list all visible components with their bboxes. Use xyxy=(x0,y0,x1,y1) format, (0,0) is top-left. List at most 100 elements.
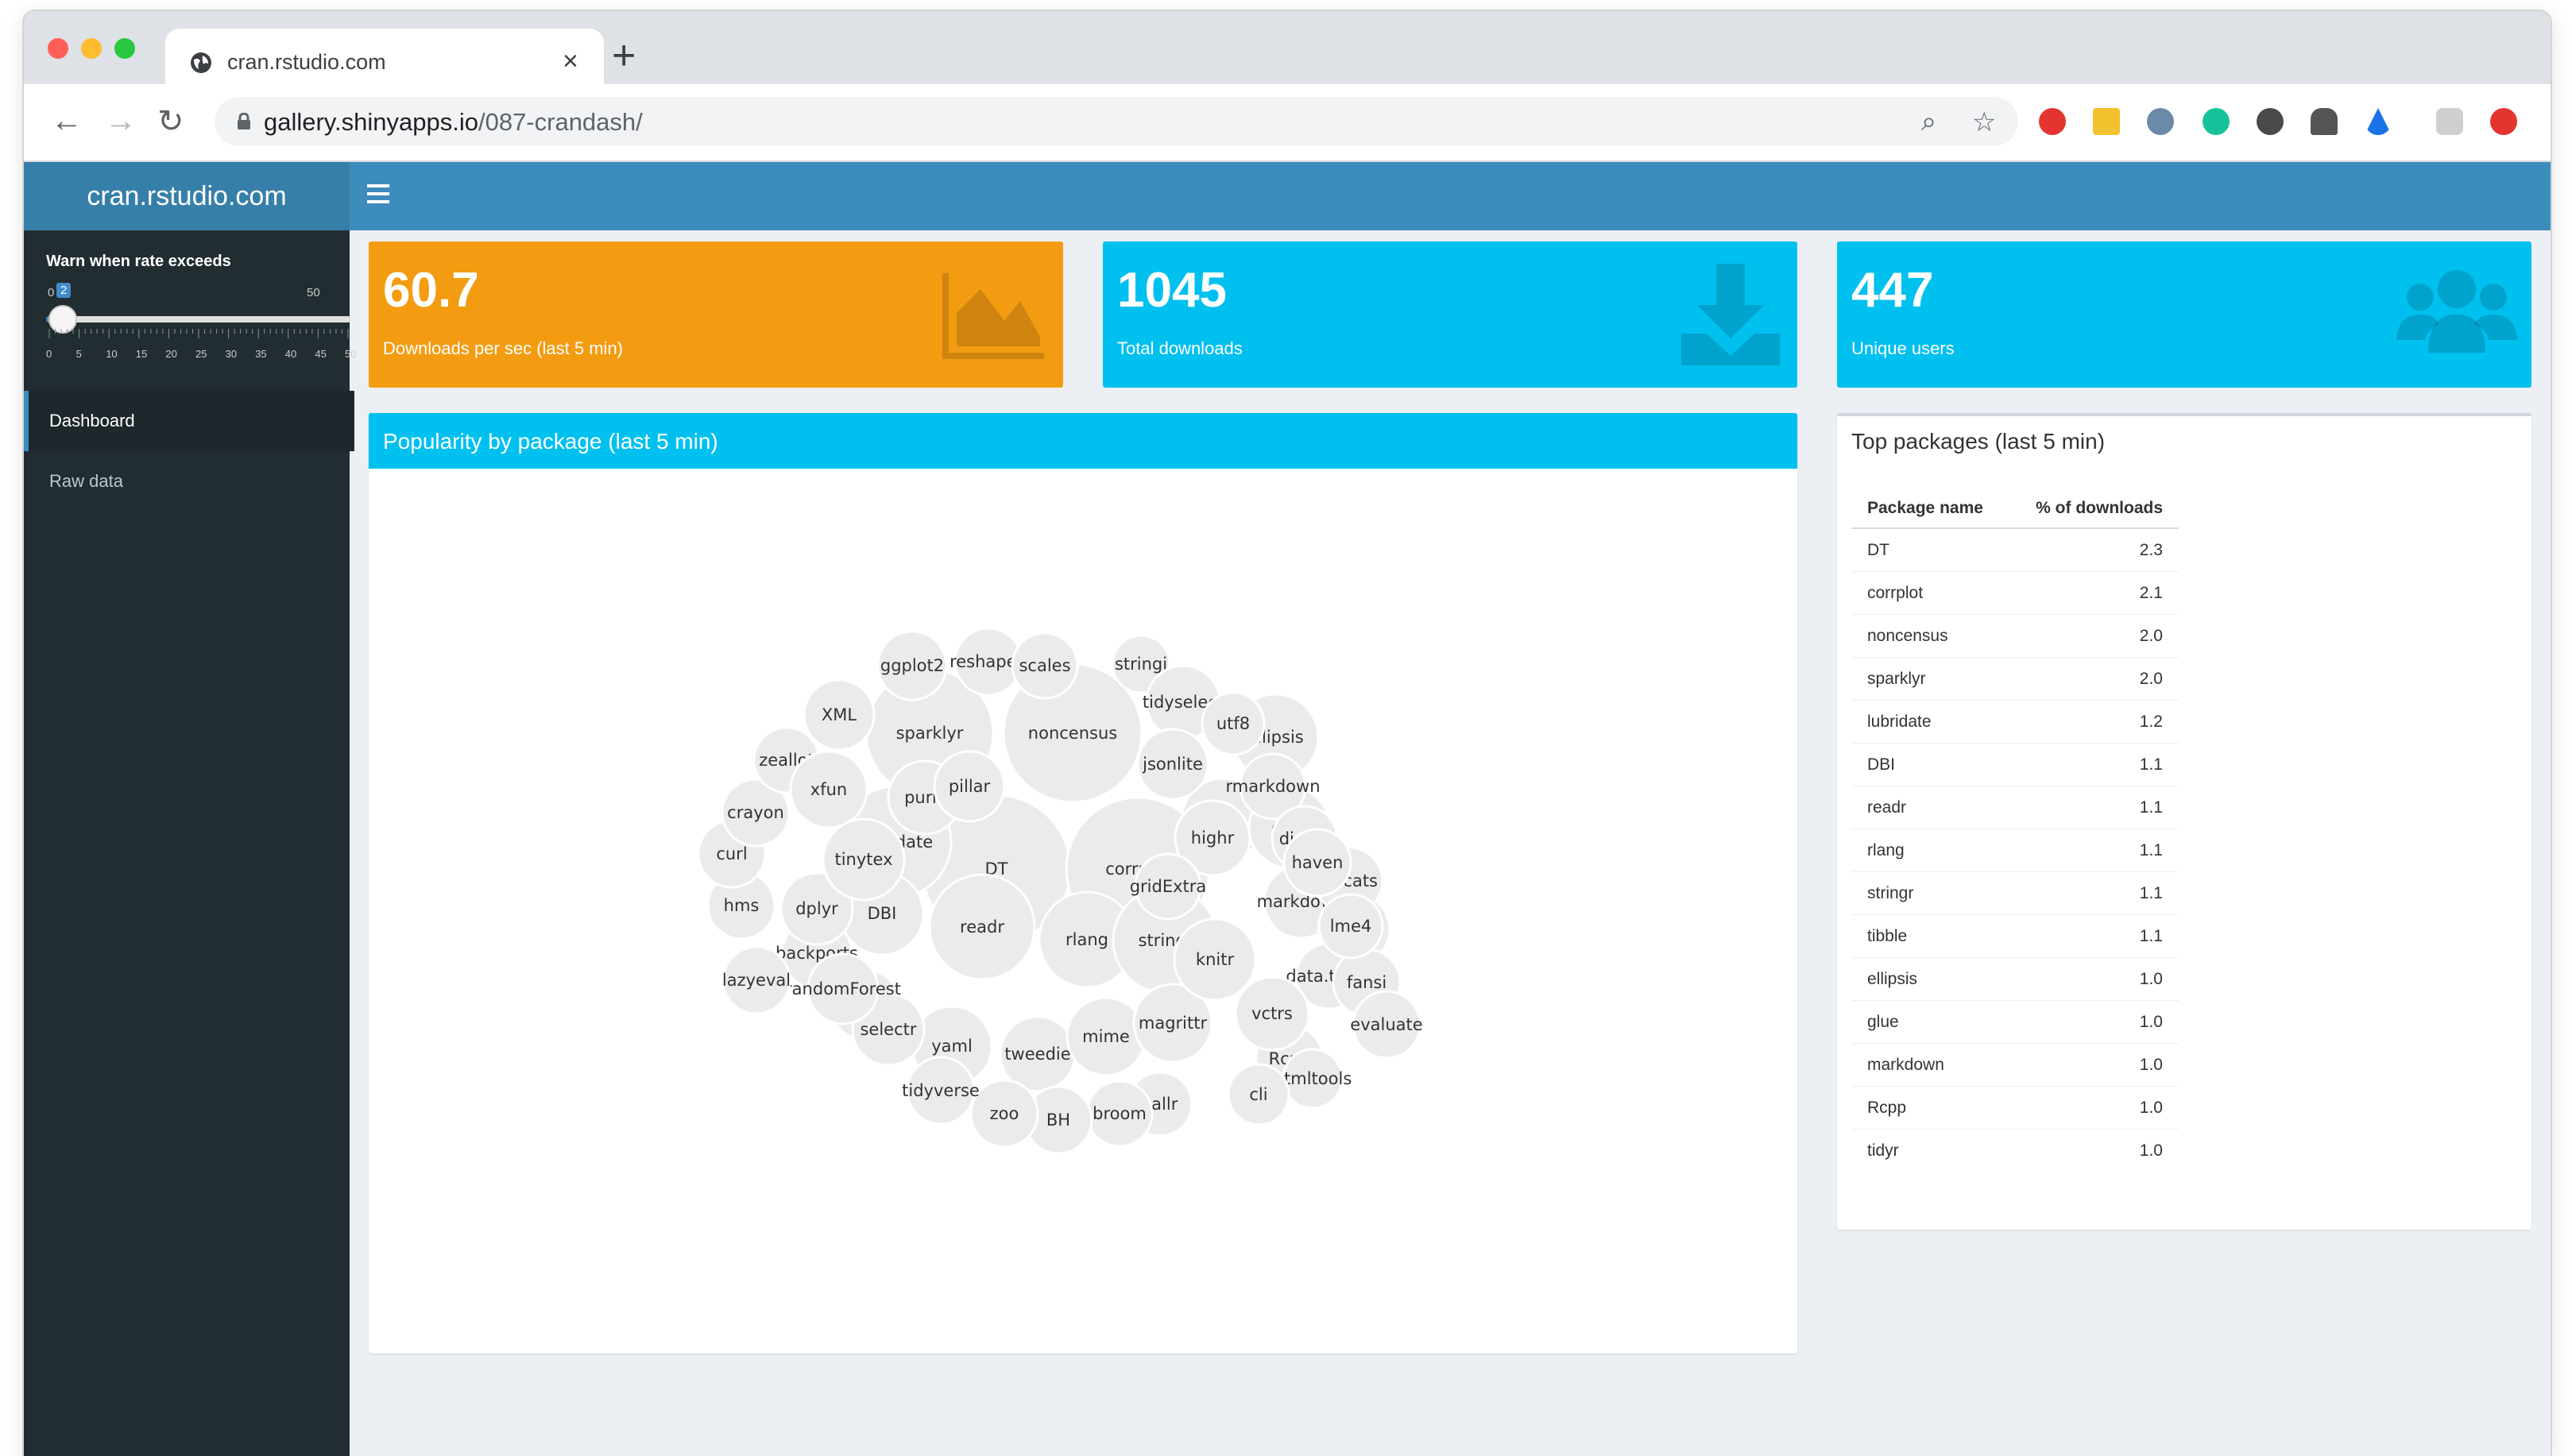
sidebar-item-raw-data[interactable]: Raw data xyxy=(24,451,350,512)
browser-window: cran.rstudio.com × + ← → ↻ gallery.shiny… xyxy=(24,11,2551,1456)
package-name-cell: glue xyxy=(1851,1000,2009,1044)
area-chart-icon xyxy=(942,273,1044,359)
slider-tick-label: 10 xyxy=(106,348,118,360)
bubble-label: scales xyxy=(1019,656,1070,675)
rate-slider[interactable] xyxy=(46,305,351,334)
extension-opera-icon[interactable] xyxy=(2039,108,2066,135)
package-name-cell: corrplot xyxy=(1851,571,2009,615)
percent-cell: 1.0 xyxy=(2009,1129,2179,1172)
bubble-label: selectr xyxy=(860,1020,916,1039)
top-packages-rows: DT 2.3 corrplot 2.1 noncensus 2.0 sparklyr 2.0 l… xyxy=(1851,527,2179,1172)
percent-cell: 1.1 xyxy=(2009,828,2179,872)
bubble-label: BH xyxy=(1046,1110,1070,1130)
table-row: markdown 1.0 xyxy=(1851,1043,2179,1087)
downloads-rate-value: 60.7 xyxy=(383,263,479,318)
bubble-label: dplyr xyxy=(795,899,838,918)
bubble-label: zoo xyxy=(990,1104,1019,1123)
bubble-label: evaluate xyxy=(1350,1015,1422,1034)
bookmark-star-icon[interactable]: ☆ xyxy=(1972,106,1996,138)
extension-bulb-icon[interactable] xyxy=(2311,108,2338,135)
percent-cell: 1.1 xyxy=(2009,786,2179,829)
package-name-cell: Rcpp xyxy=(1851,1086,2009,1130)
bubble-label: fansi xyxy=(1347,973,1387,992)
extension-circle-icon[interactable] xyxy=(2257,108,2284,135)
extension-satellite-icon[interactable] xyxy=(2147,108,2174,135)
bubble-label: tidyverse xyxy=(902,1081,980,1100)
sidebar-toggle-icon[interactable] xyxy=(367,180,389,211)
dashboard-logo[interactable]: cran.rstudio.com xyxy=(24,162,350,230)
address-bar[interactable]: gallery.shinyapps.io/087-crandash/ ⌕ ☆ xyxy=(215,97,2018,146)
percent-cell: 1.2 xyxy=(2009,700,2179,743)
top-packages-title: Top packages (last 5 min) xyxy=(1851,429,2106,454)
bubble-label: XML xyxy=(822,705,857,724)
minimize-window-button[interactable] xyxy=(81,38,102,59)
table-row: corrplot 2.1 xyxy=(1851,571,2179,615)
package-name-cell: noncensus xyxy=(1851,614,2009,658)
extension-stop-icon[interactable] xyxy=(2490,108,2517,135)
package-name-cell: DBI xyxy=(1851,743,2009,786)
extension-grammarly-icon[interactable] xyxy=(2203,108,2230,135)
new-tab-button[interactable]: + xyxy=(612,32,636,79)
table-row: tibble 1.1 xyxy=(1851,914,2179,958)
sidebar-item-label: Raw data xyxy=(49,471,123,491)
extension-drive-icon[interactable] xyxy=(2365,108,2392,135)
bubble-label: haven xyxy=(1292,853,1344,872)
slider-tick-label: 5 xyxy=(75,348,82,360)
maximize-window-button[interactable] xyxy=(114,38,135,59)
url-text: gallery.shinyapps.io/087-crandash/ xyxy=(264,108,643,137)
sidebar-item-dashboard[interactable]: Dashboard xyxy=(24,391,354,451)
close-window-button[interactable] xyxy=(48,38,68,59)
bubble-label: rmarkdown xyxy=(1225,777,1320,796)
extension-notes-icon[interactable] xyxy=(2093,108,2120,135)
bubble-label: mime xyxy=(1082,1027,1130,1046)
reload-icon[interactable]: ↻ xyxy=(157,103,184,140)
unique-users-value: 447 xyxy=(1851,263,1934,318)
percent-cell: 2.0 xyxy=(2009,657,2179,701)
users-icon xyxy=(2396,270,2517,353)
profile-icon[interactable] xyxy=(2436,108,2463,135)
table-row: rlang 1.1 xyxy=(1851,828,2179,872)
package-name-cell: stringr xyxy=(1851,871,2009,915)
bubble-label: yaml xyxy=(931,1037,973,1056)
percent-cell: 2.3 xyxy=(2009,527,2179,572)
column-header-package: Package name xyxy=(1851,489,2009,529)
bubble-label: rlang xyxy=(1066,930,1108,949)
downloads-rate-box: 60.7 Downloads per sec (last 5 min) xyxy=(369,241,1063,388)
sidebar-item-label: Dashboard xyxy=(49,411,135,431)
bubble-label: lazyeval xyxy=(722,971,791,990)
bubble-label: crayon xyxy=(727,803,784,822)
bubble-label: utf8 xyxy=(1216,714,1250,733)
sidebar: Warn when rate exceeds 0 50 2 0 5 10 15 20 25… xyxy=(24,230,356,1456)
close-tab-icon[interactable]: × xyxy=(563,46,578,77)
bubble-label: hms xyxy=(724,896,760,915)
slider-tick-label: 20 xyxy=(165,348,177,360)
table-header-row: Package name % of downloads xyxy=(1851,489,2179,529)
slider-tick-label: 40 xyxy=(284,348,297,360)
slider-value-label: 2 xyxy=(56,283,72,298)
popularity-box-title: Popularity by package (last 5 min) xyxy=(383,429,718,454)
slider-ticks xyxy=(48,329,349,338)
zoom-icon[interactable]: ⌕ xyxy=(1921,106,1936,137)
bubble-chart: DTcorrplotnoncensussparklyrlubridateDBIr… xyxy=(697,627,1423,1155)
bubble-label: lme4 xyxy=(1330,917,1372,936)
percent-cell: 1.0 xyxy=(2009,1000,2179,1044)
bubble-label: jsonlite xyxy=(1142,755,1203,774)
table-row: Rcpp 1.0 xyxy=(1851,1086,2179,1130)
table-row: ellipsis 1.0 xyxy=(1851,957,2179,1001)
package-name-cell: tidyr xyxy=(1851,1129,2009,1172)
slider-tick-label: 25 xyxy=(195,348,207,360)
percent-cell: 1.0 xyxy=(2009,957,2179,1001)
total-downloads-subtitle: Total downloads xyxy=(1117,338,1243,358)
url-host: gallery.shinyapps.io xyxy=(264,108,478,136)
bubble-label: cli xyxy=(1249,1085,1267,1104)
table-row: noncensus 2.0 xyxy=(1851,614,2179,658)
table-row: readr 1.1 xyxy=(1851,786,2179,829)
forward-icon[interactable]: → xyxy=(105,103,137,139)
percent-cell: 1.1 xyxy=(2009,914,2179,958)
back-icon[interactable]: ← xyxy=(51,103,83,139)
slider-min-label: 0 xyxy=(48,286,55,299)
package-name-cell: sparklyr xyxy=(1851,657,2009,701)
bubble-label: vctrs xyxy=(1251,1004,1293,1023)
bubble-label: stringi xyxy=(1115,655,1167,674)
slider-tick-label: 45 xyxy=(315,348,327,360)
